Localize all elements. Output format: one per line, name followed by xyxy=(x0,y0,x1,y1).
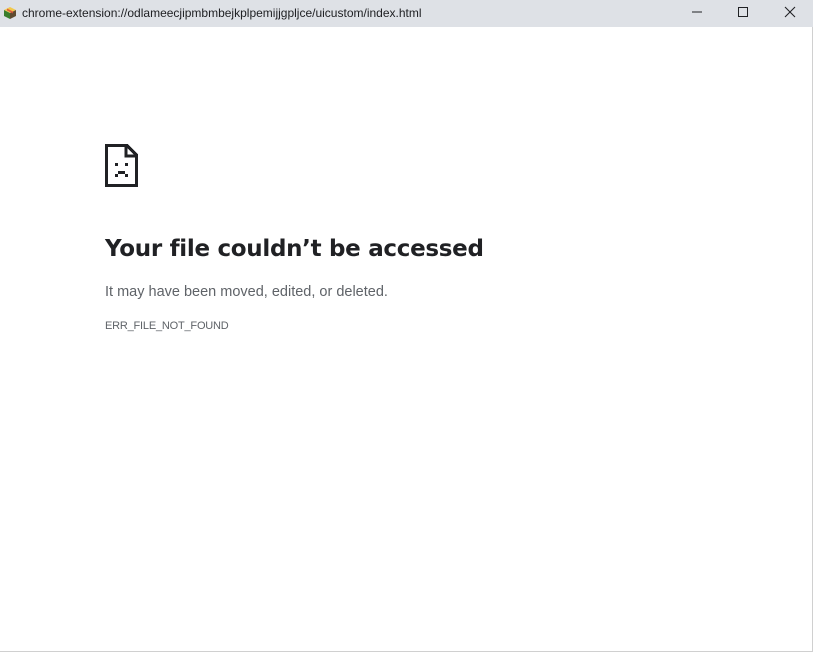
extension-cube-icon xyxy=(3,6,17,20)
error-message: It may have been moved, edited, or delet… xyxy=(105,284,388,300)
maximize-icon xyxy=(737,5,749,23)
title-bar[interactable]: chrome-extension://odlameecjipmbmbejkplp… xyxy=(0,0,813,27)
close-icon xyxy=(784,5,796,23)
minimize-icon xyxy=(691,5,703,23)
close-button[interactable] xyxy=(767,0,813,27)
minimize-button[interactable] xyxy=(674,0,720,27)
error-heading: Your file couldn’t be accessed xyxy=(105,236,484,262)
error-code: ERR_FILE_NOT_FOUND xyxy=(105,320,229,332)
window-title-url: chrome-extension://odlameecjipmbmbejkplp… xyxy=(22,6,422,20)
browser-window: chrome-extension://odlameecjipmbmbejkplp… xyxy=(0,0,813,652)
sad-file-icon xyxy=(105,144,138,187)
maximize-button[interactable] xyxy=(720,0,766,27)
page-content: Your file couldn’t be accessed It may ha… xyxy=(0,27,813,652)
